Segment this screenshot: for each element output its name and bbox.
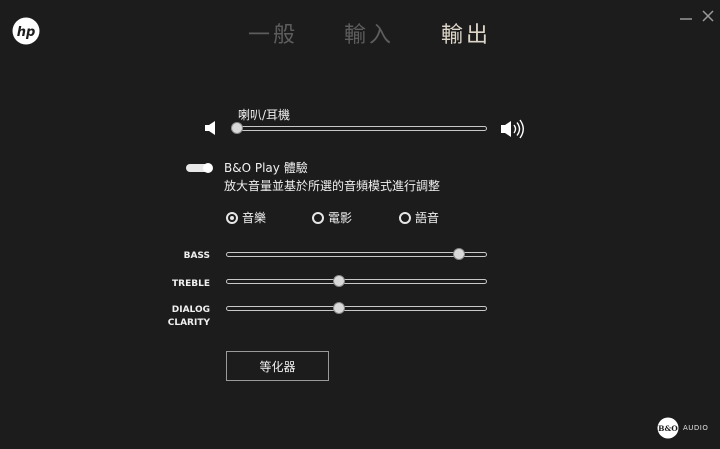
radio-dot — [312, 211, 324, 224]
bass-slider-track — [226, 252, 487, 257]
bass-label: BASS — [183, 251, 210, 261]
dialog-label-line1: DIALOG — [171, 305, 210, 315]
treble-label: TREBLE — [172, 279, 210, 289]
dialog-clarity-slider[interactable] — [226, 301, 487, 317]
close-icon — [702, 10, 714, 22]
mode-radio-movie[interactable]: 電影 — [312, 209, 352, 226]
hp-logo-text: hp — [17, 25, 36, 40]
dialog-clarity-label: DIALOG CLARITY — [150, 304, 210, 330]
bo-logo: B&O — [657, 417, 679, 439]
radio-dot — [399, 211, 411, 224]
minimize-button[interactable] — [676, 6, 696, 26]
dialog-label-line2: CLARITY — [167, 318, 210, 328]
bo-audio-text: AUDIO — [683, 424, 709, 432]
mode-radio-voice[interactable]: 語音 — [399, 209, 439, 226]
bass-slider[interactable] — [226, 247, 487, 263]
treble-slider-track — [226, 279, 487, 284]
treble-slider-thumb[interactable] — [333, 275, 346, 287]
speaker-mute-icon — [204, 120, 218, 140]
treble-slider[interactable] — [226, 274, 487, 290]
speaker-loud-icon — [500, 119, 526, 143]
mode-label-voice: 語音 — [415, 211, 440, 225]
bo-play-title: B&O Play 體驗 — [224, 161, 308, 175]
volume-slider-track — [231, 126, 487, 131]
bo-play-description: 放大音量並基於所選的音頻模式進行調整 — [224, 179, 441, 193]
volume-slider[interactable] — [231, 121, 487, 137]
mode-radio-music[interactable]: 音樂 — [226, 209, 266, 226]
mode-label-movie: 電影 — [328, 211, 353, 225]
volume-slider-thumb[interactable] — [231, 122, 243, 134]
close-button[interactable] — [698, 6, 718, 26]
bass-slider-thumb[interactable] — [452, 248, 465, 260]
tab-general[interactable]: 一般 — [248, 17, 298, 49]
tab-output[interactable]: 輸出 — [441, 17, 491, 49]
hp-logo: hp — [12, 17, 40, 45]
bo-logo-text: B&O — [658, 424, 678, 433]
radio-dot — [226, 211, 238, 224]
dialog-clarity-slider-thumb[interactable] — [333, 302, 346, 314]
minimize-icon — [680, 18, 692, 20]
mode-label-music: 音樂 — [242, 211, 267, 225]
bo-play-toggle[interactable] — [186, 163, 213, 173]
equalizer-button[interactable]: 等化器 — [226, 351, 329, 381]
tab-input[interactable]: 輸入 — [344, 17, 394, 49]
dialog-clarity-slider-track — [226, 306, 487, 311]
bo-play-toggle-knob — [203, 163, 213, 173]
